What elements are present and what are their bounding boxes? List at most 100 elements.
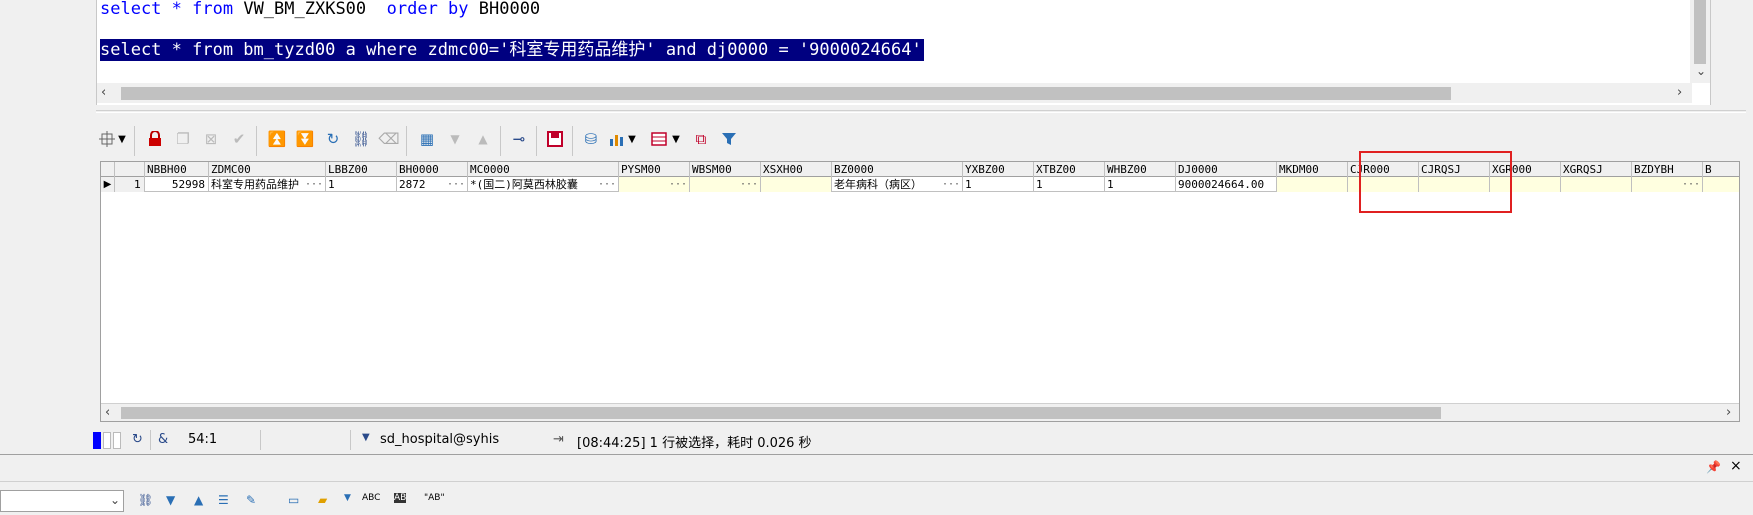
connection-name[interactable]: sd_hospital@syhis (380, 432, 499, 447)
window-icon[interactable]: ▭ (288, 493, 299, 507)
cell-pysm00[interactable]: ··· (619, 177, 690, 192)
cell-mkdm00[interactable] (1277, 177, 1348, 192)
grid-options-icon[interactable] (96, 128, 118, 150)
ellipsis-icon[interactable]: ··· (740, 177, 758, 192)
cell-xtbz00[interactable]: 1 (1034, 177, 1105, 192)
ellipsis-icon[interactable]: ··· (1682, 177, 1700, 192)
column-header[interactable]: XSXH00 (761, 162, 832, 177)
database-icon[interactable]: ⛁ (580, 128, 602, 150)
cell-whbz00[interactable]: 1 (1105, 177, 1176, 192)
ellipsis-icon[interactable]: ··· (669, 177, 687, 192)
sql-line-2-selected[interactable]: select * from bm_tyzd00 a where zdmc00='… (100, 39, 924, 61)
search-combo[interactable]: ⌄ (0, 490, 124, 512)
dropdown-arrow-icon[interactable]: ▼ (362, 432, 370, 443)
cell-wbsm00[interactable]: ··· (690, 177, 761, 192)
column-header[interactable]: YXBZ00 (963, 162, 1034, 177)
insert-record-icon[interactable]: ❐ (172, 128, 194, 150)
dropdown-arrow-icon[interactable]: ▼ (670, 128, 682, 150)
column-header[interactable]: B (1703, 162, 1739, 177)
column-header[interactable]: BH0000 (397, 162, 468, 177)
chevron-down-icon[interactable]: ⌄ (110, 493, 120, 507)
column-header[interactable]: DJ0000 (1176, 162, 1277, 177)
cell-bz0000[interactable]: 老年病科（病区） ··· (832, 177, 963, 192)
indicator-box (103, 432, 111, 449)
grid-horizontal-scrollbar[interactable]: ‹ › (101, 403, 1739, 421)
chevron-left-icon[interactable]: ‹ (101, 85, 106, 100)
column-header[interactable]: ZDMC00 (209, 162, 326, 177)
dropdown-arrow-icon[interactable]: ▼ (116, 128, 128, 150)
scroll-thumb[interactable] (1694, 0, 1706, 64)
column-header[interactable]: NBBH00 (145, 162, 209, 177)
refresh-icon[interactable]: ↻ (322, 128, 344, 150)
cell-dj0000[interactable]: 9000024664.00 (1176, 177, 1277, 192)
export-icon[interactable]: ⧉ (690, 128, 712, 150)
dropdown-arrow-icon[interactable]: ▼ (344, 493, 351, 503)
binoculars-icon[interactable]: ⛓ (138, 493, 153, 507)
editor-vertical-scrollbar[interactable]: ⌄ (1690, 0, 1710, 83)
eraser-icon[interactable]: ⌫ (378, 128, 400, 150)
ellipsis-icon[interactable]: ··· (598, 177, 616, 192)
chevron-left-icon[interactable]: ‹ (105, 405, 110, 420)
chart-icon[interactable] (606, 128, 628, 150)
chevron-right-icon[interactable]: › (1677, 85, 1682, 100)
column-header[interactable]: BZDYBH (1632, 162, 1703, 177)
cell-nbbh00[interactable]: 52998 (145, 177, 209, 192)
whole-word-icon[interactable]: AB (394, 493, 407, 503)
status-bar: ↻ & 54:1 ▼ sd_hospital@syhis ⇥ [08:44:25… (90, 430, 1750, 452)
sort-ascending-icon[interactable]: ▲ (472, 128, 494, 150)
delete-record-icon[interactable]: ⊠ (200, 128, 222, 150)
cell-yxbz00[interactable]: 1 (963, 177, 1034, 192)
dropdown-arrow-icon[interactable]: ▼ (626, 128, 638, 150)
filter-grid-icon[interactable]: ▦ (416, 128, 438, 150)
match-case-icon[interactable]: ABC (362, 493, 380, 503)
list-icon[interactable]: ☰ (218, 493, 229, 507)
editor-horizontal-scrollbar[interactable]: ‹ › (97, 83, 1692, 103)
cell-bzdybh[interactable]: ··· (1632, 177, 1703, 192)
scroll-thumb[interactable] (121, 407, 1441, 419)
tree-icon[interactable]: ⊸ (508, 128, 530, 150)
folder-icon[interactable]: ▰ (318, 493, 327, 507)
column-header[interactable]: BZ0000 (832, 162, 963, 177)
funnel-filter-icon[interactable] (718, 128, 740, 150)
column-header[interactable]: XTBZ00 (1034, 162, 1105, 177)
binoculars-icon[interactable]: ⛓ (350, 128, 372, 150)
lock-icon[interactable] (144, 128, 166, 150)
find-previous-icon[interactable]: ▲ (194, 493, 203, 507)
table-icon[interactable] (648, 128, 670, 150)
cell-zdmc00[interactable]: 科室专用药品维护 ··· (209, 177, 326, 192)
ellipsis-icon[interactable]: ··· (305, 177, 323, 192)
sql-line-1[interactable]: select * from VW_BM_ZXKS00 order by BH00… (100, 0, 540, 20)
sql-editor[interactable]: select * from VW_BM_ZXKS00 order by BH00… (96, 0, 1711, 105)
cell-xgrqsj[interactable] (1561, 177, 1632, 192)
column-header[interactable]: PYSM00 (619, 162, 690, 177)
save-icon[interactable] (544, 128, 566, 150)
ellipsis-icon[interactable]: ··· (447, 177, 465, 192)
column-header[interactable]: MKDM00 (1277, 162, 1348, 177)
column-header[interactable]: WHBZ00 (1105, 162, 1176, 177)
chevron-down-icon[interactable]: ⌄ (1696, 64, 1706, 78)
sort-descending-icon[interactable]: ▼ (444, 128, 466, 150)
cell-xsxh00[interactable] (761, 177, 832, 192)
ellipsis-icon[interactable]: ··· (942, 177, 960, 192)
cell-bh0000[interactable]: 2872 ··· (397, 177, 468, 192)
close-icon[interactable]: × (1730, 458, 1742, 474)
splitter[interactable] (96, 110, 1746, 113)
transaction-icon[interactable]: ↻ (132, 432, 143, 447)
column-header[interactable]: XGRQSJ (1561, 162, 1632, 177)
scroll-thumb[interactable] (121, 87, 1451, 100)
cell-b[interactable] (1703, 177, 1739, 192)
column-header[interactable]: LBBZ00 (326, 162, 397, 177)
find-next-icon[interactable]: ▼ (166, 493, 175, 507)
chevron-right-icon[interactable]: › (1726, 405, 1731, 420)
cell-mc0000[interactable]: *(国二)阿莫西林胶囊 ··· (468, 177, 619, 192)
post-changes-icon[interactable]: ✔ (228, 128, 250, 150)
column-header[interactable]: WBSM00 (690, 162, 761, 177)
first-record-icon[interactable]: ⏫ (266, 128, 288, 150)
cell-lbbz00[interactable]: 1 (326, 177, 397, 192)
regex-icon[interactable]: "AB" (424, 493, 445, 503)
annotation-highlight-box (1359, 151, 1512, 213)
column-header[interactable]: MC0000 (468, 162, 619, 177)
pin-icon[interactable]: 📌 (1706, 460, 1721, 474)
last-record-icon[interactable]: ⏬ (294, 128, 316, 150)
eraser-icon[interactable]: ✎ (246, 493, 256, 507)
